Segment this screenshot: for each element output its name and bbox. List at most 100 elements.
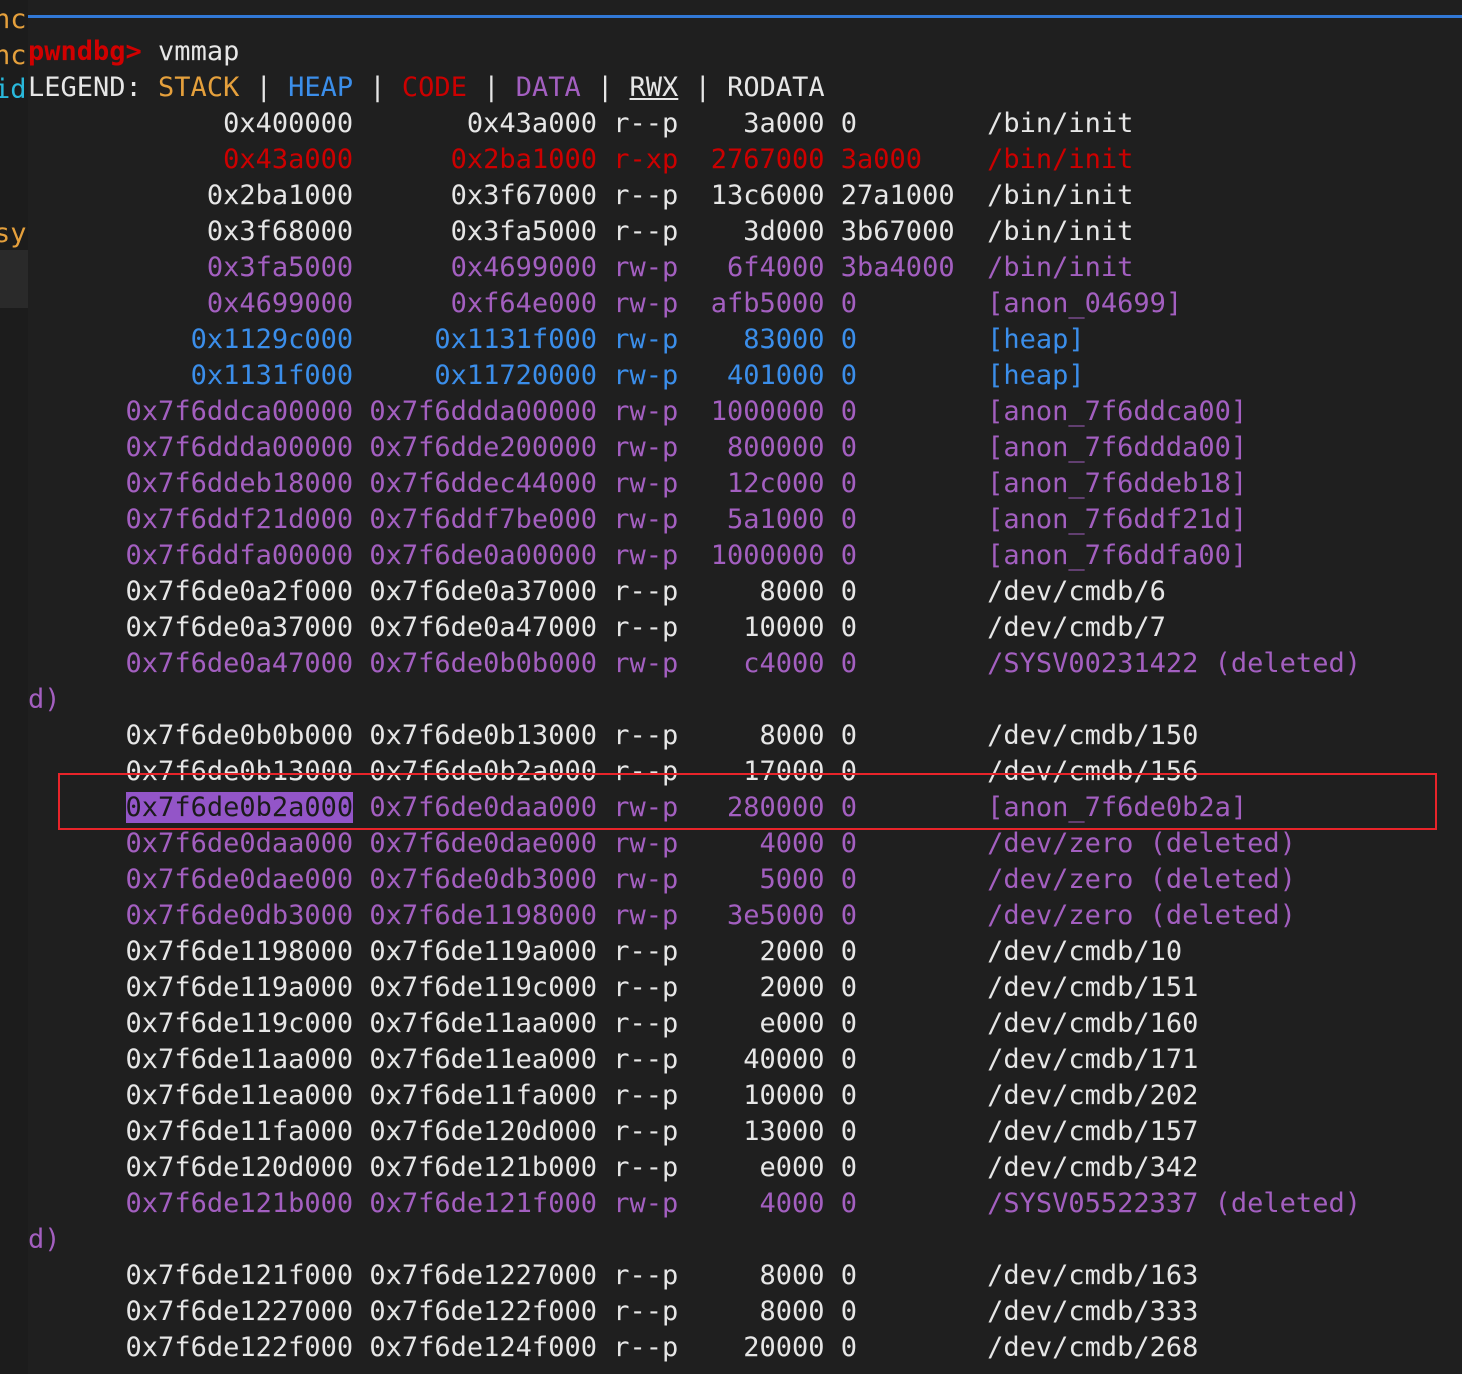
row-start-address[interactable]: 0x7f6de11aa000 xyxy=(126,1044,354,1075)
table-row[interactable]: 0x2ba1000 0x3f67000 r--p 13c6000 27a1000… xyxy=(28,178,1462,214)
row-pad xyxy=(28,972,126,1003)
row-pad xyxy=(28,864,126,895)
row-start-address[interactable]: 0x7f6ddca00000 xyxy=(126,396,354,427)
row-pad xyxy=(28,432,126,463)
row-pad xyxy=(28,1008,126,1039)
table-row[interactable]: 0x7f6ddda00000 0x7f6dde200000 rw-p 80000… xyxy=(28,430,1462,466)
row-start-address[interactable]: 0x7f6de0a37000 xyxy=(126,612,354,643)
row-pad xyxy=(28,792,126,823)
row-start-address[interactable]: 0x7f6de0dae000 xyxy=(126,864,354,895)
screenshot-root: nc nc id sy pwndbg> vmmap LEGEND: STACK |… xyxy=(0,0,1462,1374)
edge-fragment-2: id xyxy=(0,74,27,105)
row-details: 0x11720000 rw-p 401000 0 [heap] xyxy=(353,360,1085,391)
table-row[interactable]: 0x43a000 0x2ba1000 r-xp 2767000 3a000 /b… xyxy=(28,142,1462,178)
row-start-address[interactable]: 0x7f6de0db3000 xyxy=(126,900,354,931)
edge-fragment-0: nc xyxy=(0,4,27,35)
row-pad xyxy=(28,648,126,679)
table-row-wrap: d) xyxy=(28,684,61,715)
row-pad xyxy=(28,504,126,535)
row-details: 0x7f6de11aa000 r--p e000 0 /dev/cmdb/160 xyxy=(353,1008,1199,1039)
row-pad xyxy=(28,144,223,175)
row-details: 0x7f6de124f000 r--p 20000 0 /dev/cmdb/26… xyxy=(353,1332,1199,1363)
row-start-address[interactable]: 0x7f6de119a000 xyxy=(126,972,354,1003)
row-start-address[interactable]: 0x43a000 xyxy=(223,144,353,175)
table-row[interactable]: 0x1129c000 0x1131f000 rw-p 83000 0 [heap… xyxy=(28,322,1462,358)
table-row[interactable]: 0x7f6de0b0b000 0x7f6de0b13000 r--p 8000 … xyxy=(28,718,1462,754)
row-details: 0x7f6de1198000 rw-p 3e5000 0 /dev/zero (… xyxy=(353,900,1296,931)
row-start-address[interactable]: 0x3fa5000 xyxy=(207,252,353,283)
row-details: 0x7f6de0dae000 rw-p 4000 0 /dev/zero (de… xyxy=(353,828,1296,859)
table-row[interactable]: 0x7f6de0b2a000 0x7f6de0daa000 rw-p 28000… xyxy=(28,790,1462,826)
row-start-address[interactable]: 0x4699000 xyxy=(207,288,353,319)
table-row[interactable]: 0x7f6de0a47000 0x7f6de0b0b000 rw-p c4000… xyxy=(28,646,1462,682)
table-row[interactable]: 0x7f6de1198000 0x7f6de119a000 r--p 2000 … xyxy=(28,934,1462,970)
row-start-address[interactable]: 0x7f6de122f000 xyxy=(126,1332,354,1363)
table-row[interactable]: 0x7f6de120d000 0x7f6de121b000 r--p e000 … xyxy=(28,1150,1462,1186)
row-start-address[interactable]: 0x7f6de119c000 xyxy=(126,1008,354,1039)
table-row[interactable]: 0x7f6de119a000 0x7f6de119c000 r--p 2000 … xyxy=(28,970,1462,1006)
row-start-address[interactable]: 0x7f6de121b000 xyxy=(126,1188,354,1219)
row-details: 0x43a000 r--p 3a000 0 /bin/init xyxy=(353,108,1134,139)
legend-separator: | xyxy=(580,72,630,103)
pane-top-rule xyxy=(28,15,1462,18)
gutter-selection-block xyxy=(0,250,28,308)
row-start-address[interactable]: 0x7f6de121f000 xyxy=(126,1260,354,1291)
table-row[interactable]: 0x7f6de0db3000 0x7f6de1198000 rw-p 3e500… xyxy=(28,898,1462,934)
table-row[interactable]: 0x7f6ddeb18000 0x7f6ddec44000 rw-p 12c00… xyxy=(28,466,1462,502)
row-start-address-highlighted[interactable]: 0x7f6de0b2a000 xyxy=(125,792,354,823)
table-row[interactable]: 0x7f6ddca00000 0x7f6ddda00000 rw-p 10000… xyxy=(28,394,1462,430)
row-pad xyxy=(28,324,191,355)
table-row[interactable]: 0x7f6de122f000 0x7f6de124f000 r--p 20000… xyxy=(28,1330,1462,1366)
table-row[interactable]: 0x7f6de0dae000 0x7f6de0db3000 rw-p 5000 … xyxy=(28,862,1462,898)
table-row[interactable]: 0x7f6de0daa000 0x7f6de0dae000 rw-p 4000 … xyxy=(28,826,1462,862)
prompt-symbol: pwndbg> xyxy=(28,36,142,67)
row-start-address[interactable]: 0x7f6de0a2f000 xyxy=(126,576,354,607)
table-row[interactable]: 0x7f6de119c000 0x7f6de11aa000 r--p e000 … xyxy=(28,1006,1462,1042)
row-start-address[interactable]: 0x3f68000 xyxy=(207,216,353,247)
table-row[interactable]: 0x7f6de0a37000 0x7f6de0a47000 r--p 10000… xyxy=(28,610,1462,646)
row-details: 0x7f6ddda00000 rw-p 1000000 0 [anon_7f6d… xyxy=(353,396,1248,427)
row-details: 0x7f6de0b13000 r--p 8000 0 /dev/cmdb/150 xyxy=(353,720,1199,751)
row-pad xyxy=(28,1116,126,1147)
row-start-address[interactable]: 0x7f6de0daa000 xyxy=(126,828,354,859)
row-details: 0x7f6de0a47000 r--p 10000 0 /dev/cmdb/7 xyxy=(353,612,1166,643)
row-start-address[interactable]: 0x7f6ddfa00000 xyxy=(126,540,354,571)
row-start-address[interactable]: 0x7f6de11fa000 xyxy=(126,1116,354,1147)
row-start-address[interactable]: 0x7f6de0b13000 xyxy=(126,756,354,787)
row-start-address[interactable]: 0x7f6ddeb18000 xyxy=(126,468,354,499)
row-start-address[interactable]: 0x7f6de1227000 xyxy=(126,1296,354,1327)
row-start-address[interactable]: 0x7f6de120d000 xyxy=(126,1152,354,1183)
table-row[interactable]: 0x7f6de121b000 0x7f6de121f000 rw-p 4000 … xyxy=(28,1186,1462,1222)
table-row[interactable]: 0x7f6de0a2f000 0x7f6de0a37000 r--p 8000 … xyxy=(28,574,1462,610)
table-row[interactable]: 0x1131f000 0x11720000 rw-p 401000 0 [hea… xyxy=(28,358,1462,394)
table-row[interactable]: 0x400000 0x43a000 r--p 3a000 0 /bin/init xyxy=(28,106,1462,142)
table-row[interactable]: 0x7f6ddfa00000 0x7f6de0a00000 rw-p 10000… xyxy=(28,538,1462,574)
table-row[interactable]: 0x7f6ddf21d000 0x7f6ddf7be000 rw-p 5a100… xyxy=(28,502,1462,538)
row-details: 0x7f6de0daa000 rw-p 280000 0 [anon_7f6de… xyxy=(353,792,1248,823)
row-start-address[interactable]: 0x7f6de0b0b000 xyxy=(126,720,354,751)
row-start-address[interactable]: 0x1131f000 xyxy=(191,360,354,391)
row-start-address[interactable]: 0x2ba1000 xyxy=(207,180,353,211)
table-row[interactable]: 0x7f6de1227000 0x7f6de122f000 r--p 8000 … xyxy=(28,1294,1462,1330)
row-start-address[interactable]: 0x400000 xyxy=(223,108,353,139)
table-row[interactable]: 0x7f6de11fa000 0x7f6de120d000 r--p 13000… xyxy=(28,1114,1462,1150)
row-pad xyxy=(28,1332,126,1363)
row-start-address[interactable]: 0x7f6ddda00000 xyxy=(126,432,354,463)
table-row[interactable]: 0x4699000 0xf64e000 rw-p afb5000 0 [anon… xyxy=(28,286,1462,322)
table-row[interactable]: 0x7f6de11aa000 0x7f6de11ea000 r--p 40000… xyxy=(28,1042,1462,1078)
row-pad xyxy=(28,108,223,139)
terminal-pane[interactable]: pwndbg> vmmap LEGEND: STACK | HEAP | CODE… xyxy=(28,0,1462,1374)
row-start-address[interactable]: 0x1129c000 xyxy=(191,324,354,355)
editor-gutter-strip: nc nc id sy xyxy=(0,0,28,1374)
row-details: 0x7f6de119a000 r--p 2000 0 /dev/cmdb/10 xyxy=(353,936,1183,967)
table-row[interactable]: 0x7f6de121f000 0x7f6de1227000 r--p 8000 … xyxy=(28,1258,1462,1294)
table-row[interactable]: 0x3f68000 0x3fa5000 r--p 3d000 3b67000 /… xyxy=(28,214,1462,250)
row-start-address[interactable]: 0x7f6ddf21d000 xyxy=(126,504,354,535)
table-row[interactable]: 0x7f6de0b13000 0x7f6de0b2a000 r--p 17000… xyxy=(28,754,1462,790)
table-row[interactable]: 0x7f6de11ea000 0x7f6de11fa000 r--p 10000… xyxy=(28,1078,1462,1114)
row-start-address[interactable]: 0x7f6de1198000 xyxy=(126,936,354,967)
row-pad xyxy=(28,576,126,607)
table-row[interactable]: 0x3fa5000 0x4699000 rw-p 6f4000 3ba4000 … xyxy=(28,250,1462,286)
row-start-address[interactable]: 0x7f6de11ea000 xyxy=(126,1080,354,1111)
row-start-address[interactable]: 0x7f6de0a47000 xyxy=(126,648,354,679)
